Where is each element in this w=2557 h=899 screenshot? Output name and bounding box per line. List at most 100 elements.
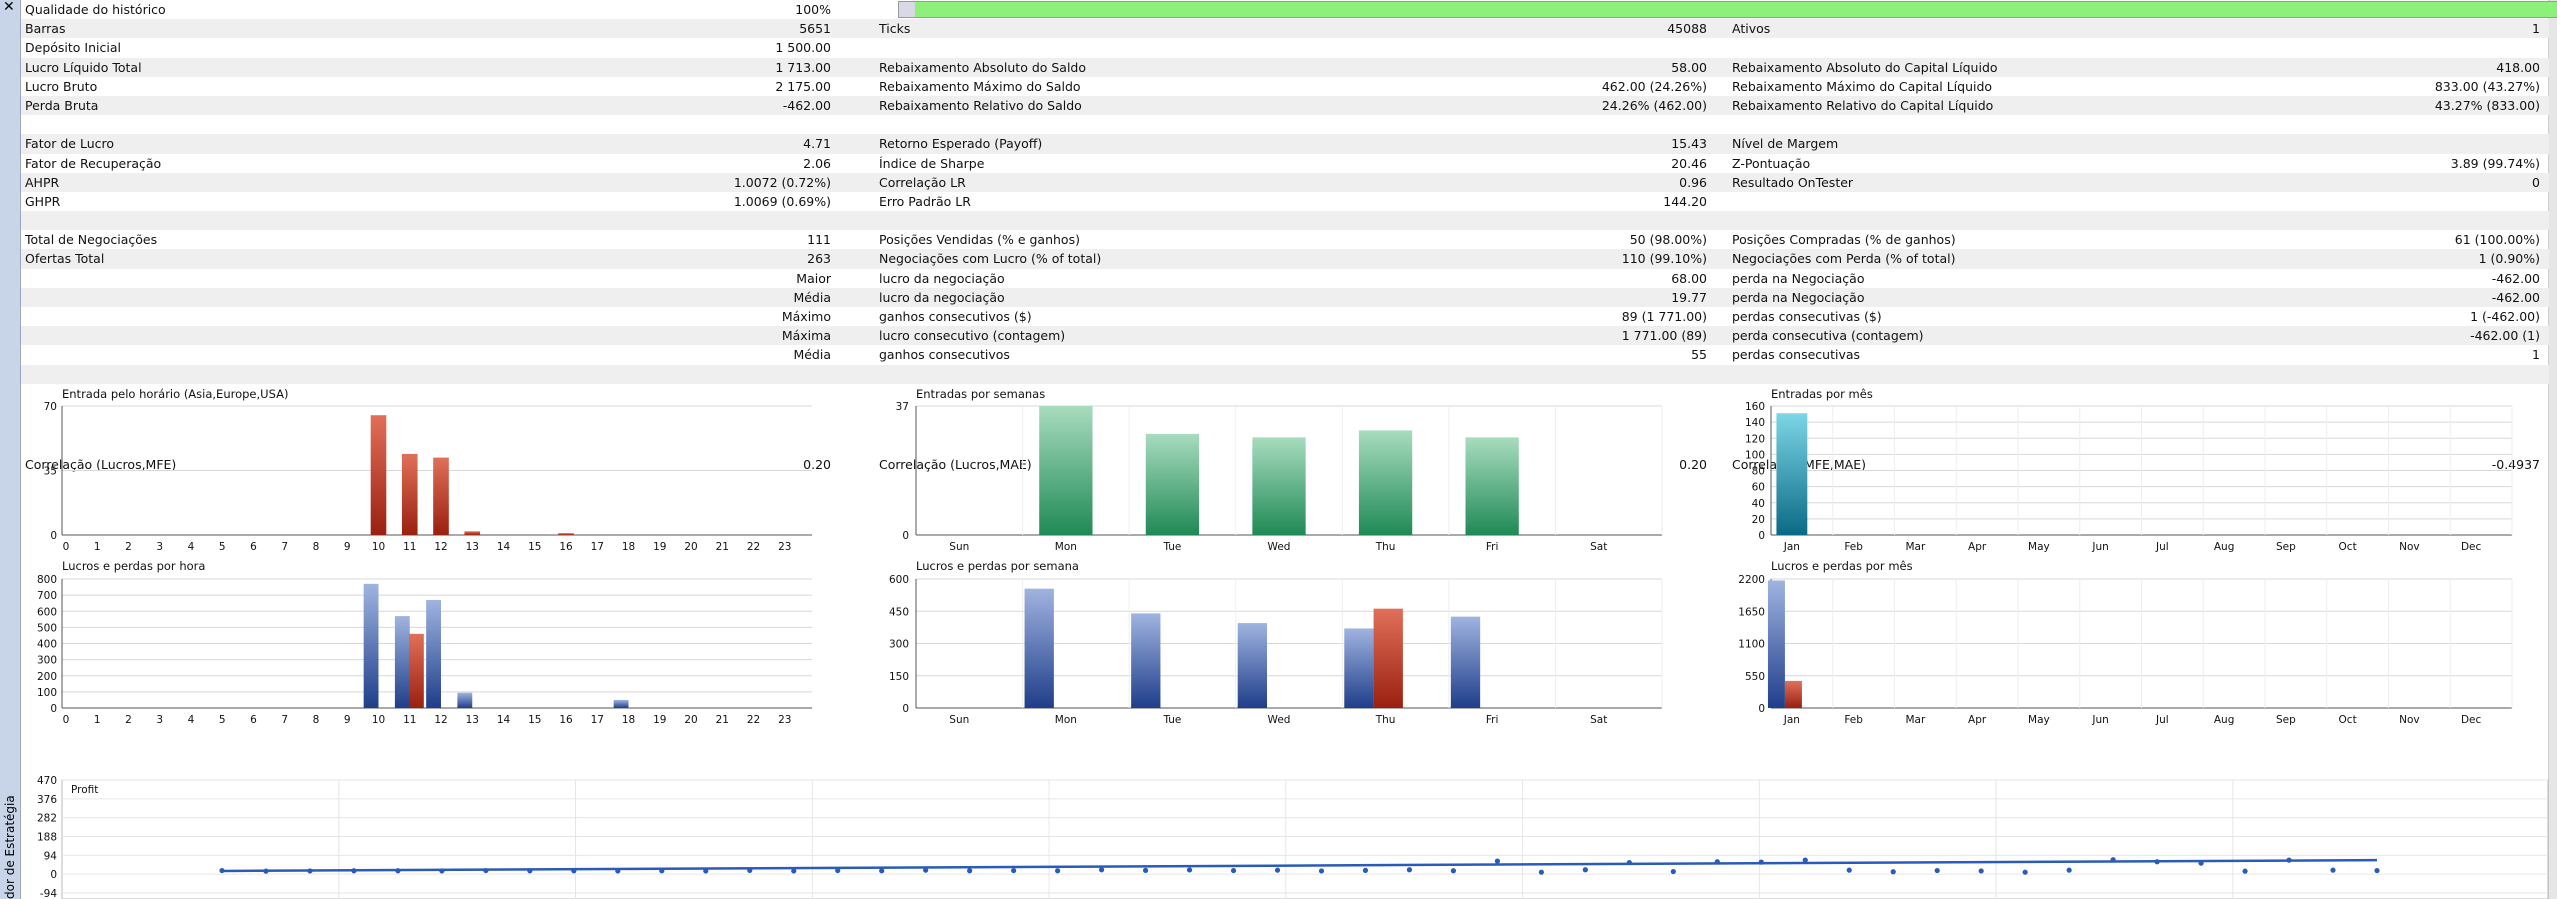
x-tick-label: 7: [281, 714, 288, 726]
table-row: Total de Negociações 111 Posições Vendidas…: [21, 230, 2549, 249]
y-tick-label: 160: [1745, 401, 1765, 413]
bar: [1237, 623, 1268, 708]
value-col1: 263: [807, 251, 831, 267]
table-row: Média ganhos consecutivos 55 perdas consecu…: [21, 345, 2549, 364]
bar: [613, 699, 629, 708]
chart-title: Entradas por semanas: [916, 387, 1045, 401]
value-col3: 1 (0.90%): [2478, 251, 2540, 267]
x-tick-label: 2: [125, 541, 132, 553]
bar: [1358, 430, 1413, 535]
data-point: [1230, 867, 1237, 874]
label-col1: Ofertas Total: [25, 251, 105, 267]
x-tick-label: 22: [747, 714, 760, 726]
bar: [1024, 588, 1054, 708]
y-tick-label: 200: [37, 671, 57, 683]
table-row: [21, 115, 2549, 134]
x-tick-label: 14: [497, 541, 511, 553]
value-col1: 2 175.00: [775, 78, 831, 94]
data-point: [439, 868, 445, 874]
data-point: [1714, 859, 1720, 865]
y-tick-label: 2200: [1738, 574, 1765, 586]
data-point: [483, 867, 489, 874]
close-icon[interactable]: ✕: [3, 0, 15, 15]
chart-title: Lucros e perdas por hora: [62, 559, 205, 573]
bar-chart-4: Lucros e perdas por semana 0 150 300 450 600 S…: [889, 559, 1663, 726]
x-tick-label: 16: [559, 541, 573, 553]
label-col2: Posições Vendidas (% e ganhos): [879, 232, 1080, 248]
data-point: [1670, 868, 1676, 875]
vertical-scrollbar[interactable]: [2548, 0, 2557, 899]
data-point: [1494, 858, 1501, 864]
x-tick-label: 22: [747, 541, 760, 553]
x-tick-label: 18: [622, 714, 635, 726]
data-point: [659, 868, 665, 874]
y-tick-label: 0: [50, 869, 57, 881]
y-tick-label: 0: [902, 703, 909, 715]
value-col3: 43.27% (833.00): [2434, 97, 2540, 113]
value-col3: -462.00: [2491, 270, 2540, 286]
correlation-label: Correlação (Lucros,MAE): [879, 457, 1032, 472]
x-tick-label: 3: [156, 714, 163, 726]
x-tick-label: 5: [219, 714, 226, 726]
label-col2: Índice de Sharpe: [879, 155, 985, 171]
y-tick-label: 0: [902, 530, 909, 542]
profit-chart-frame: [61, 779, 2549, 899]
x-tick-label: Nov: [2399, 541, 2420, 553]
report-table: Qualidade do histórico 100% Barras 5651 Ti…: [21, 0, 2557, 472]
x-tick-label: Dec: [2461, 541, 2482, 553]
table-row: GHPR 1.0069 (0.69%) Erro Padrão LR 144.20: [21, 192, 2549, 211]
label-col2: lucro da negociação: [879, 289, 1005, 305]
value-col3: 3.89 (99.74%): [2450, 155, 2540, 171]
x-tick-label: Fri: [1486, 541, 1499, 553]
x-tick-label: 9: [344, 541, 351, 553]
data-point: [1011, 867, 1017, 874]
y-tick-label: 0: [50, 703, 57, 715]
bar: [394, 616, 410, 708]
quality-progress-fill: [915, 2, 2557, 17]
x-tick-label: 23: [778, 714, 791, 726]
value-col2: 50 (98.00%): [1629, 232, 1707, 248]
label-col1: Perda Bruta: [25, 97, 99, 113]
data-point: [1758, 859, 1764, 865]
bar: [1767, 580, 1785, 708]
x-tick-label: 10: [372, 714, 385, 726]
x-tick-label: Sun: [949, 541, 969, 553]
bar: [426, 599, 441, 708]
x-tick-label: Jan: [1783, 541, 1800, 553]
x-tick-label: 19: [653, 541, 666, 553]
y-tick-label: 0: [50, 530, 57, 542]
y-tick-label: 0: [1758, 530, 1765, 542]
x-tick-label: 0: [63, 541, 70, 553]
quality-label: Qualidade do histórico: [25, 2, 166, 17]
table-row: Média lucro da negociação 19.77 perda na Ne…: [21, 287, 2549, 307]
y-tick-label: 376: [37, 794, 57, 806]
value-col2: 89 (1 771.00): [1621, 309, 1707, 324]
table-row: [21, 364, 2549, 384]
y-tick-label: 120: [1745, 433, 1765, 445]
x-tick-label: Sep: [2276, 541, 2296, 553]
label-col2: Retorno Esperado (Payoff): [879, 136, 1043, 152]
label-col1: Total de Negociações: [25, 232, 158, 248]
x-tick-label: May: [2028, 714, 2050, 726]
x-tick-label: Sun: [949, 714, 969, 726]
x-tick-label: Jan: [1783, 714, 1800, 726]
x-tick-label: 1: [94, 541, 101, 553]
quality-row: Qualidade do histórico 100%: [21, 0, 2557, 19]
x-tick-label: Nov: [2399, 714, 2420, 726]
x-tick-label: 12: [434, 714, 447, 726]
x-tick-label: 0: [63, 714, 70, 726]
value-col2: 110 (99.10%): [1621, 251, 1707, 267]
table-row: AHPR 1.0072 (0.72%) Correlação LR 0.96 Resul…: [21, 172, 2549, 192]
x-tick-label: 11: [403, 714, 416, 726]
value-col1: -462.00: [782, 97, 831, 113]
correlation-value: 0.20: [1679, 457, 1707, 472]
data-point: [615, 868, 621, 874]
x-tick-label: Aug: [2214, 541, 2235, 553]
data-point: [1890, 869, 1896, 875]
data-point: [1582, 867, 1588, 873]
label-col2: Rebaixamento Máximo do Saldo: [879, 78, 1081, 94]
label-col1: Lucro Bruto: [25, 78, 98, 94]
value-col3: 61 (100.00%): [2454, 232, 2540, 248]
value-col2: 0.96: [1679, 174, 1707, 190]
value-col2: 55: [1691, 347, 1707, 363]
